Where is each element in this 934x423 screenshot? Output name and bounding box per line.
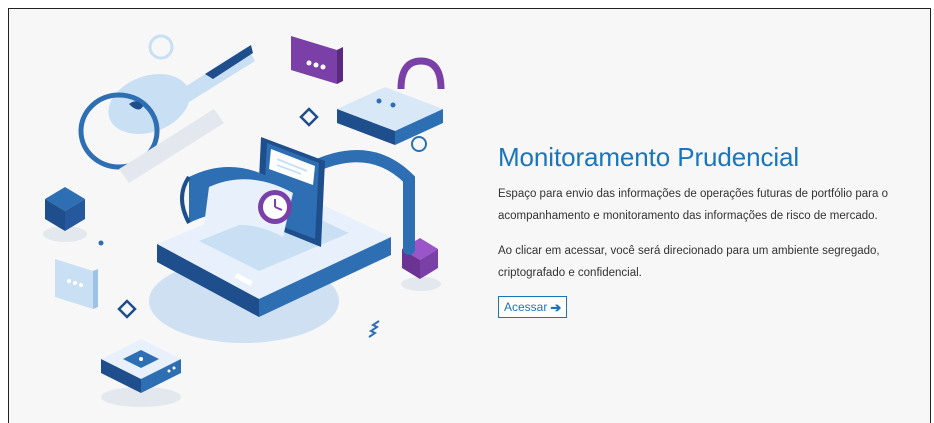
key-icon bbox=[78, 34, 255, 183]
clock-icon bbox=[258, 190, 292, 224]
dot-icon bbox=[98, 240, 104, 246]
message-card-icon bbox=[55, 259, 98, 309]
security-illustration bbox=[43, 34, 445, 407]
cube-icon bbox=[43, 187, 87, 242]
page-frame: Monitoramento Prudencial Espaço para env… bbox=[8, 8, 931, 423]
page-title: Monitoramento Prudencial bbox=[498, 142, 800, 172]
diamond-icon bbox=[117, 299, 137, 319]
description-paragraph: Espaço para envio das informações de ope… bbox=[498, 188, 888, 222]
padlock-icon bbox=[337, 57, 445, 145]
router-icon bbox=[101, 339, 181, 407]
arrow-right-icon: ➔ bbox=[550, 299, 562, 315]
hero-content: Monitoramento Prudencial Espaço para env… bbox=[498, 141, 918, 318]
ring-circle-icon bbox=[148, 34, 174, 60]
diamond-icon bbox=[299, 107, 319, 127]
zigzag-icon bbox=[368, 320, 380, 338]
chat-bubble-icon bbox=[291, 36, 343, 84]
access-button-label: Acessar bbox=[504, 300, 548, 314]
redirect-notice-paragraph: Ao clicar em acessar, você será direcion… bbox=[498, 245, 880, 279]
access-button[interactable]: Acessar ➔ bbox=[498, 296, 568, 318]
circle-icon bbox=[411, 136, 427, 152]
